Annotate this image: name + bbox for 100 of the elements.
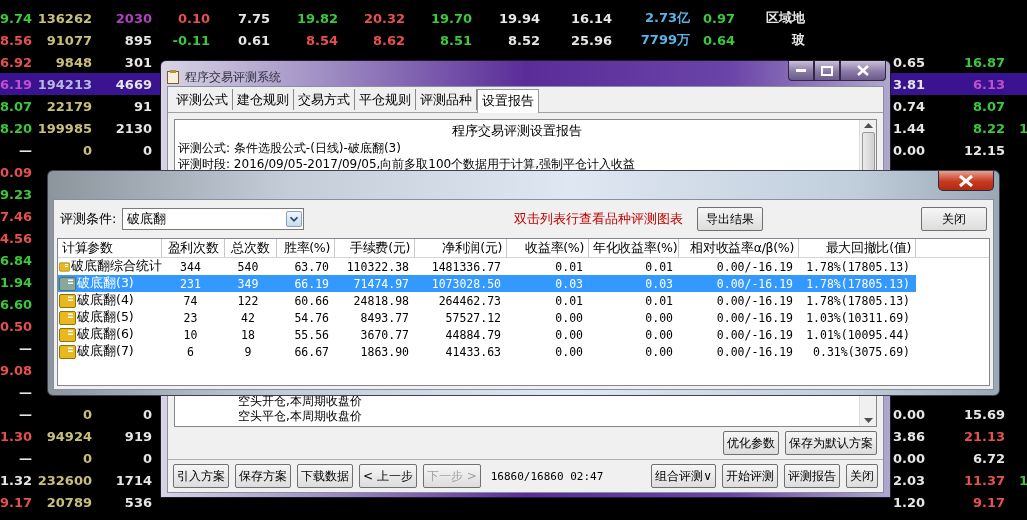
table-cell-text: 1863.90: [359, 344, 410, 359]
quote-cell-text: 8.54: [304, 32, 338, 48]
table-cell-text: 1.03%(10311.69): [805, 310, 911, 325]
quote-cell: 7.46: [0, 208, 32, 224]
quote-cell-text: 9848: [54, 54, 92, 70]
table-cell-text: 264462.73: [437, 293, 502, 308]
quote-cell-text: 301: [123, 54, 152, 70]
tab[interactable]: 平仓规则: [355, 89, 416, 110]
button[interactable]: 下载数据: [297, 464, 353, 488]
table-cell-text: 44884.79: [444, 327, 502, 342]
column-header[interactable]: 胜率(%): [277, 239, 335, 257]
row-label: 破底翻(3): [77, 275, 134, 292]
close-icon: [959, 174, 973, 187]
quote-cell: 8.56: [0, 32, 32, 48]
table-cell-text: 1.01%(10095.44): [805, 327, 911, 342]
table-cell-text: 3670.77: [359, 327, 410, 342]
button[interactable]: < 上一步: [359, 464, 417, 488]
table-row[interactable]: 破底翻(6) 10 18 55.56 3670.77 44884.79 0.00 0.00 0.00/-16.19 1.01%(10095.44): [58, 326, 916, 343]
column-header[interactable]: 年化收益率(%): [589, 239, 679, 257]
table-cell-text: 1.78%(17805.13): [805, 259, 911, 274]
button[interactable]: 引入方案: [173, 464, 229, 488]
quote-cell-text: 536: [123, 494, 152, 510]
hint-text: 双击列表行查看品种评测图表: [514, 210, 684, 228]
column-header[interactable]: 计算参数: [58, 239, 162, 257]
close-button[interactable]: [938, 171, 994, 191]
quote-cell-text: 94924: [45, 428, 92, 444]
quote-cell-text: 玻: [790, 31, 806, 49]
notepad-icon: [167, 70, 179, 84]
quote-cell-text: 8.62: [371, 32, 405, 48]
column-header[interactable]: 盈利次数: [162, 239, 225, 257]
button[interactable]: 组合评测∨: [651, 464, 716, 488]
quote-cell-text: 7799万: [639, 31, 690, 49]
table-row[interactable]: 破底翻(5) 23 42 54.76 8493.77 57527.12 0.00 0.00 0.00/-16.19 1.03%(10311.69): [58, 309, 916, 326]
quote-cell-text: 0: [141, 450, 152, 466]
quote-cell-text: 194213: [36, 76, 92, 92]
quote-cell-text: 0.61: [236, 32, 270, 48]
row-label: 破底翻(6): [77, 326, 134, 343]
scroll-up-icon[interactable]: [863, 123, 873, 128]
column-header[interactable]: 相对收益率α/β(%): [679, 239, 799, 257]
table-cell-text: 540: [236, 259, 260, 274]
export-button[interactable]: 导出结果: [697, 207, 764, 231]
table-cell-text: 63.70: [293, 259, 330, 274]
table-cell-text: 9: [243, 344, 253, 359]
table-cell-text: 349: [236, 276, 260, 291]
button[interactable]: 优化参数: [723, 431, 779, 455]
column-header[interactable]: 净利润(元): [415, 239, 507, 257]
table-cell-text: 6: [186, 344, 195, 359]
tab[interactable]: 设置报告: [477, 89, 539, 113]
table-cell-text: 344: [179, 259, 202, 274]
button[interactable]: 关闭: [846, 464, 878, 488]
table-row[interactable]: 破底翻(4) 74 122 60.66 24818.98 264462.73 0.01 0.01 0.00/-16.19 1.78%(17805.13): [58, 292, 916, 309]
quote-cell-text: —: [18, 142, 32, 158]
button[interactable]: 开始评测: [722, 464, 778, 488]
close-button[interactable]: [840, 61, 886, 81]
quote-cell-text: 19.82: [295, 10, 338, 26]
table-cell-text: 1481336.77: [430, 259, 502, 274]
table-row[interactable]: 破底翻综合统计 344 540 63.70 110322.38 1481336.77 0.01 0.01 0.00/-16.19 1.78%(17805.13): [58, 258, 916, 275]
quote-cell-text: 6.13: [971, 76, 1005, 92]
table-cell-text: 110322.38: [345, 259, 410, 274]
quote-cell-text: —: [18, 450, 32, 466]
scroll-down-icon[interactable]: [863, 418, 873, 423]
tab[interactable]: 交易方式: [294, 89, 355, 110]
quote-cell-text: 0.00: [891, 450, 925, 466]
table-cell-text: 0.00/-16.19: [715, 259, 794, 274]
quote-cell-text: —: [18, 340, 32, 356]
column-header[interactable]: 手续费(元): [335, 239, 415, 257]
table-cell-text: 60.66: [293, 293, 330, 308]
table-cell-text: 0.00/-16.19: [715, 327, 794, 342]
minimize-button[interactable]: [788, 61, 814, 81]
quote-cell-text: 0: [81, 406, 92, 422]
table-cell-text: 57527.12: [444, 310, 502, 325]
quote-cell: 9.17: [0, 494, 32, 510]
quote-cell-text: 0.00: [891, 142, 925, 158]
table-row[interactable]: 破底翻(7) 6 9 66.67 1863.90 41433.63 0.00 0.00 0.00/-16.19 0.31%(3075.69): [58, 343, 916, 360]
button[interactable]: 保存为默认方案: [785, 431, 877, 455]
table-cell-text: 0.01: [554, 293, 584, 308]
column-header[interactable]: 总次数: [225, 239, 277, 257]
quote-cell-text: 20.32: [362, 10, 405, 26]
button[interactable]: 保存方案: [235, 464, 291, 488]
tab[interactable]: 评测公式: [172, 89, 233, 110]
table-cell-text: 231: [179, 276, 202, 291]
tab[interactable]: 建仓规则: [233, 89, 294, 110]
quote-cell-text: 1.44: [891, 120, 925, 136]
quote-cell-text: 2.03: [891, 472, 925, 488]
table-cell-text: 66.67: [293, 344, 330, 359]
button[interactable]: 评测报告: [784, 464, 840, 488]
column-header[interactable]: 最大回撤比(值): [799, 239, 916, 257]
quote-cell: 8.20: [0, 120, 32, 136]
close-dialog-button[interactable]: 关闭: [921, 207, 987, 231]
maximize-button[interactable]: [814, 61, 840, 81]
quote-cell-text: 12.15: [962, 142, 1005, 158]
table-cell-text: 0.00/-16.19: [715, 310, 794, 325]
maximize-icon: [821, 65, 833, 76]
quote-cell-text: 3.81: [891, 76, 925, 92]
quote-cell-text: 16.87: [962, 54, 1005, 70]
condition-select[interactable]: 破底翻: [122, 208, 305, 230]
quote-cell-text: 4669: [114, 76, 152, 92]
quote-cell-text: 0: [81, 450, 92, 466]
quote-cell-text: 25.96: [569, 32, 612, 48]
column-header[interactable]: 收益率(%): [507, 239, 589, 257]
